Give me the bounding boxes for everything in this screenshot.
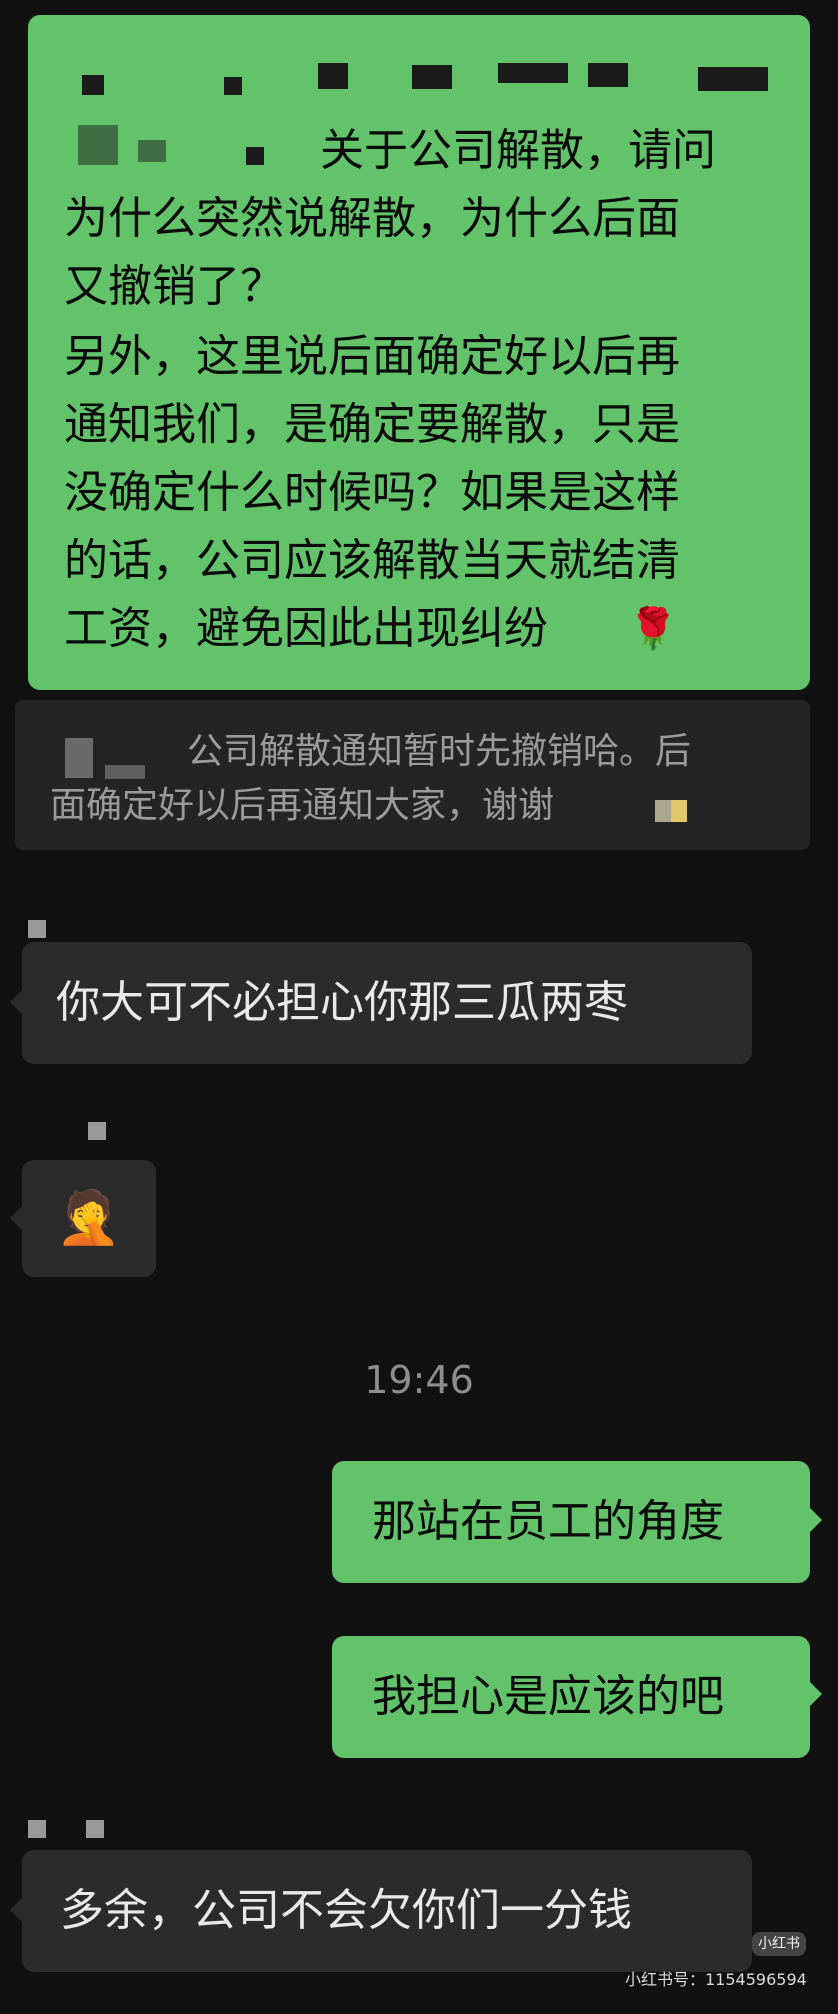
message-text: 那站在员工的角度 xyxy=(372,1496,724,1547)
pixelated-name xyxy=(698,67,768,91)
message-text: 你大可不必担心你那三瓜两枣 xyxy=(56,977,628,1028)
message-text: 关于公司解散，请问 xyxy=(320,125,716,176)
message-bubble-outgoing-5[interactable]: 我担心是应该的吧 xyxy=(332,1636,810,1758)
bubble-tail xyxy=(810,1508,822,1532)
message-bubble-incoming-6[interactable]: 多余，公司不会欠你们一分钱 xyxy=(22,1850,752,1972)
pixelated-sender-name xyxy=(88,1122,106,1140)
pixelated-name xyxy=(498,63,568,83)
pixelated-emoji xyxy=(671,800,687,822)
pixelated-sender-name xyxy=(86,1820,104,1838)
pixelated-sender-name xyxy=(28,1820,46,1838)
message-text: 工资，避免因此出现纠纷 xyxy=(64,603,548,654)
message-text: 我担心是应该的吧 xyxy=(372,1671,724,1722)
message-text: 多余，公司不会欠你们一分钱 xyxy=(60,1885,632,1936)
message-text: 又撤销了？ xyxy=(64,261,284,312)
message-text: 为什么突然说解散，为什么后面 xyxy=(64,193,680,244)
pixelated-name xyxy=(412,65,452,89)
message-bubble-outgoing-4[interactable]: 那站在员工的角度 xyxy=(332,1461,810,1583)
message-bubble-incoming-2[interactable]: 你大可不必担心你那三瓜两枣 xyxy=(22,942,752,1064)
pixelated-emoji xyxy=(655,800,671,822)
bubble-tail xyxy=(10,1898,22,1922)
message-text: 的话，公司应该解散当天就结清 xyxy=(64,535,680,586)
pixelated-name xyxy=(78,125,118,165)
pixelated-sender-name xyxy=(28,920,46,938)
pixelated-name xyxy=(138,140,166,162)
facepalm-emoji: 🤦 xyxy=(56,1188,121,1248)
bubble-tail xyxy=(10,990,22,1014)
xiaohongshu-id: 小红书号：1154596594 xyxy=(625,1970,807,1989)
timestamp: 19:46 xyxy=(364,1358,474,1402)
pixelated-name xyxy=(246,147,264,165)
message-text: 另外，这里说后面确定好以后再 xyxy=(64,331,680,382)
message-bubble-outgoing-1[interactable]: 关于公司解散，请问 为什么突然说解散，为什么后面 又撤销了？ 另外，这里说后面确… xyxy=(28,15,810,690)
rose-emoji: 🌹 xyxy=(628,606,678,652)
pixelated-name xyxy=(318,63,348,89)
xiaohongshu-logo: 小红书 xyxy=(752,1932,806,1956)
message-text: 通知我们，是确定要解散，只是 xyxy=(64,399,680,450)
pixelated-name xyxy=(82,75,104,95)
quoted-message[interactable]: 公司解散通知暂时先撤销哈。后 面确定好以后再通知大家，谢谢 xyxy=(15,700,810,850)
pixelated-avatar xyxy=(105,765,145,779)
quoted-text: 公司解散通知暂时先撤销哈。后 xyxy=(187,731,692,772)
quoted-text: 面确定好以后再通知大家，谢谢 xyxy=(50,785,555,826)
bubble-tail xyxy=(810,1682,822,1706)
message-bubble-incoming-3[interactable]: 🤦 xyxy=(22,1160,156,1277)
pixelated-name xyxy=(224,77,242,95)
bubble-tail xyxy=(10,1206,22,1230)
message-text: 没确定什么时候吗？如果是这样 xyxy=(64,467,680,518)
pixelated-name xyxy=(588,63,628,87)
pixelated-avatar xyxy=(65,738,93,778)
